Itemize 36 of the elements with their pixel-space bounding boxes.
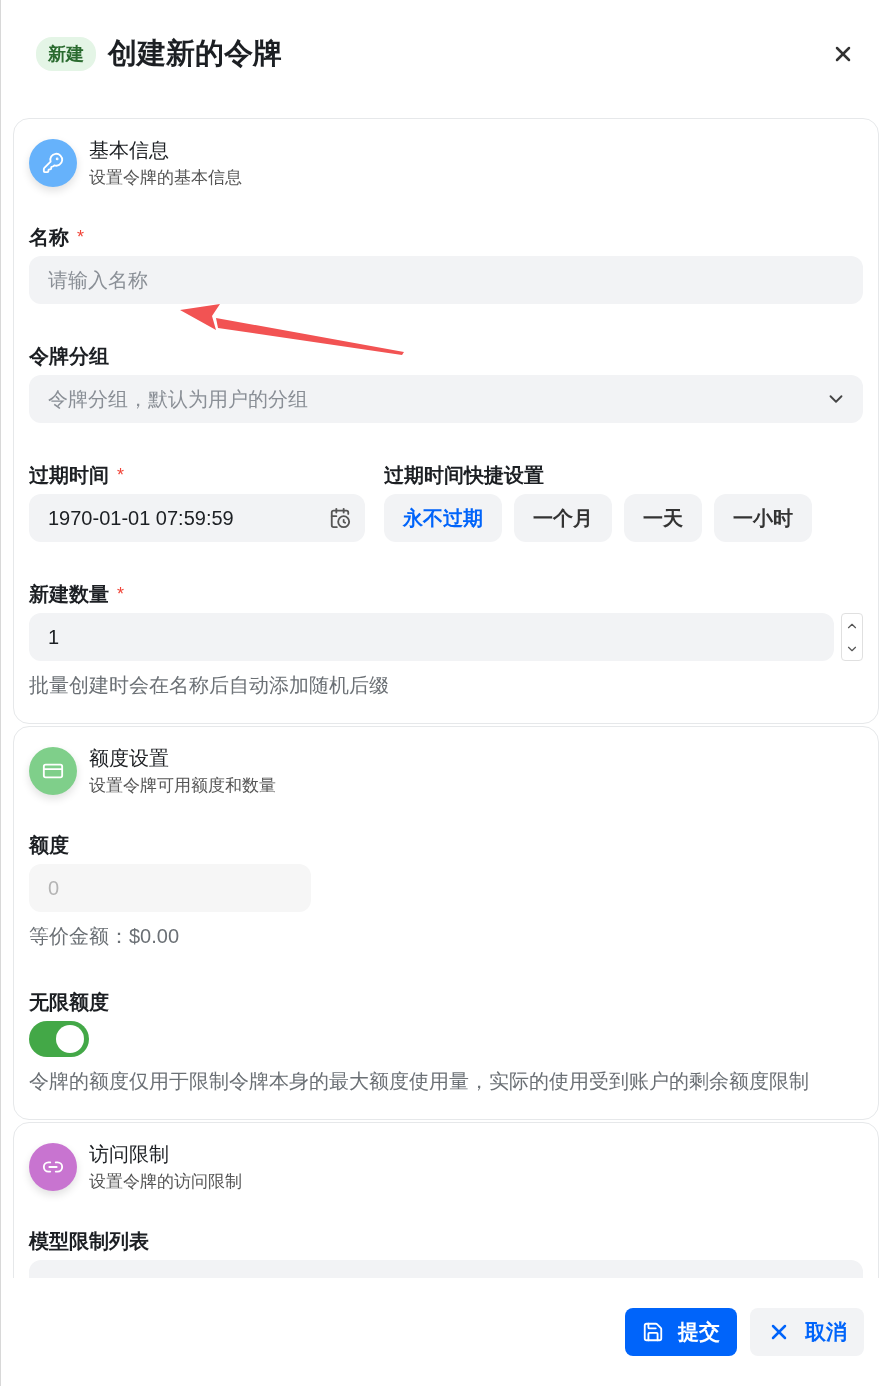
- cancel-button[interactable]: 取消: [750, 1308, 864, 1356]
- help-text: 令牌的额度仅用于限制令牌本身的最大额度使用量，实际的使用受到账户的剩余额度限制: [29, 1069, 810, 1094]
- toggle-switch[interactable]: [29, 1021, 89, 1057]
- key-icon: [42, 152, 64, 174]
- section-title: 基本信息: [89, 138, 170, 163]
- field-label: 过期时间: [29, 462, 109, 488]
- shortcut-button[interactable]: 永不过期: [384, 494, 502, 542]
- section-subtitle: 设置令牌可用额度和数量: [89, 775, 276, 797]
- shortcut-button[interactable]: 一小时: [714, 494, 812, 542]
- section-title: 访问限制: [89, 1142, 170, 1167]
- help-text: 等价金额：$0.00: [29, 924, 181, 949]
- field-label: 模型限制列表: [29, 1228, 149, 1254]
- section-subtitle: 设置令牌的访问限制: [89, 1171, 242, 1193]
- field-label: 额度: [29, 832, 69, 858]
- quantity-input[interactable]: 1: [29, 613, 834, 661]
- help-text: 批量创建时会在名称后自动添加随机后缀: [29, 673, 390, 698]
- field-label: 令牌分组: [29, 343, 109, 369]
- date-time-field[interactable]: 1970-01-01 07:59:59: [29, 494, 365, 542]
- shortcut-button[interactable]: 一个月: [514, 494, 612, 542]
- shortcut-button[interactable]: 一天: [624, 494, 702, 542]
- dialog-title: 创建新的令牌: [108, 36, 283, 71]
- save-icon: [642, 1321, 664, 1343]
- required-mark: *: [117, 464, 124, 486]
- section-title: 额度设置: [89, 746, 170, 771]
- required-mark: *: [77, 226, 84, 248]
- submit-button[interactable]: 提交: [625, 1308, 737, 1356]
- calendar-clock-icon: [329, 507, 351, 529]
- new-badge: 新建: [36, 37, 96, 71]
- field-label: 无限额度: [29, 989, 109, 1015]
- number-stepper[interactable]: [841, 613, 863, 661]
- field-label: 过期时间快捷设置: [384, 462, 544, 488]
- section-subtitle: 设置令牌的基本信息: [89, 167, 242, 189]
- field-label: 新建数量: [29, 581, 109, 607]
- name-input[interactable]: 请输入名称: [29, 256, 863, 304]
- field-label: 名称: [29, 224, 69, 250]
- required-mark: *: [117, 583, 124, 605]
